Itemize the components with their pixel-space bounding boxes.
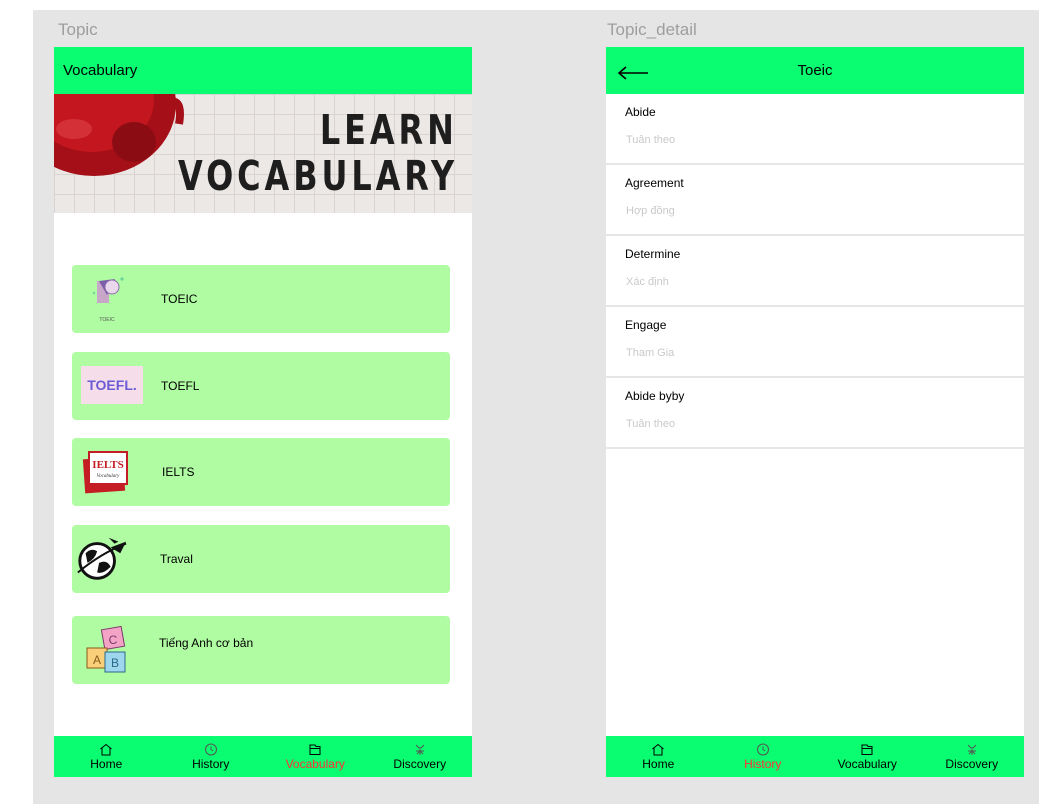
topic-detail-screen: Toeic Abide Tuân theo Agreement Hợp đồng… bbox=[606, 47, 1024, 777]
nav-label: Vocabulary bbox=[837, 756, 897, 771]
back-arrow-icon[interactable] bbox=[616, 59, 650, 83]
word-list: Abide Tuân theo Agreement Hợp đồng Deter… bbox=[606, 94, 1024, 449]
topic-card-toeic[interactable]: TOEIC TOEIC bbox=[72, 265, 450, 333]
topic-label: Traval bbox=[160, 552, 193, 566]
svg-text:IELTS: IELTS bbox=[92, 459, 123, 471]
nav-discovery[interactable]: Discovery bbox=[368, 736, 473, 777]
word-row[interactable]: Agreement Hợp đồng bbox=[606, 165, 1024, 236]
topic-card-ielts[interactable]: IELTS Vocabulary IELTS bbox=[72, 438, 450, 506]
word-vietnamese: Hợp đồng bbox=[626, 205, 675, 217]
clock-icon bbox=[204, 743, 217, 755]
word-row[interactable]: Abide byby Tuân theo bbox=[606, 378, 1024, 449]
svg-text:Vocabulary: Vocabulary bbox=[97, 474, 121, 479]
banner-title-line2: VOCABULARY bbox=[177, 152, 458, 200]
nav-home[interactable]: Home bbox=[606, 736, 711, 777]
home-icon bbox=[100, 743, 113, 755]
topic-label: IELTS bbox=[162, 465, 195, 479]
word-english: Abide bbox=[625, 105, 656, 119]
app-bar-title: Vocabulary bbox=[63, 62, 138, 79]
home-icon bbox=[652, 743, 665, 755]
app-bar: Toeic bbox=[606, 47, 1024, 94]
coffee-cup-image bbox=[54, 94, 184, 176]
topic-screen: Vocabulary LEARN VOCABULARY TOEIC TOEIC … bbox=[54, 47, 472, 777]
toefl-logo-icon: TOEFL. bbox=[81, 366, 143, 404]
word-vietnamese: Tuân theo bbox=[626, 418, 676, 430]
nav-label: Vocabulary bbox=[285, 756, 345, 771]
nav-label: Discovery bbox=[393, 756, 447, 771]
book-icon bbox=[309, 744, 321, 755]
word-english: Engage bbox=[625, 318, 667, 332]
discovery-icon bbox=[967, 744, 977, 755]
toeic-logo-icon: TOEIC bbox=[80, 273, 134, 325]
book-icon bbox=[861, 744, 873, 755]
word-english: Abide byby bbox=[625, 389, 685, 403]
page-title: Toeic bbox=[797, 62, 833, 79]
topic-card-toefl[interactable]: TOEFL. TOEFL bbox=[72, 352, 450, 420]
word-row[interactable]: Engage Tham Gia bbox=[606, 307, 1024, 378]
word-english: Determine bbox=[625, 247, 681, 261]
clock-icon bbox=[756, 743, 769, 755]
svg-text:C: C bbox=[109, 633, 118, 647]
app-bar: Vocabulary bbox=[54, 47, 472, 94]
nav-home[interactable]: Home bbox=[54, 736, 159, 777]
word-vietnamese: Xác định bbox=[626, 276, 669, 288]
nav-history[interactable]: History bbox=[711, 736, 816, 777]
nav-discovery[interactable]: Discovery bbox=[920, 736, 1025, 777]
learn-vocabulary-banner: LEARN VOCABULARY bbox=[54, 94, 472, 213]
nav-label: History bbox=[192, 756, 230, 771]
nav-history[interactable]: History bbox=[159, 736, 264, 777]
abc-blocks-icon: C A B bbox=[80, 624, 134, 676]
nav-vocabulary[interactable]: Vocabulary bbox=[263, 736, 368, 777]
discovery-icon bbox=[415, 744, 425, 755]
topic-label: TOEIC bbox=[161, 292, 198, 306]
svg-text:A: A bbox=[93, 653, 101, 667]
globe-plane-icon bbox=[74, 533, 128, 585]
topic-label: Tiếng Anh cơ bản bbox=[159, 636, 254, 650]
word-row[interactable]: Determine Xác định bbox=[606, 236, 1024, 307]
nav-label: Discovery bbox=[945, 756, 999, 771]
svg-text:B: B bbox=[111, 656, 119, 670]
nav-label: Home bbox=[90, 756, 123, 771]
nav-label: History bbox=[744, 756, 782, 771]
word-row[interactable]: Abide Tuân theo bbox=[606, 94, 1024, 165]
bottom-nav: Home History Vocabulary Discovery bbox=[54, 736, 472, 777]
frame-label-topic-detail: Topic_detail bbox=[607, 20, 697, 39]
topic-card-travel[interactable]: Traval bbox=[72, 525, 450, 593]
word-vietnamese: Tham Gia bbox=[626, 347, 675, 359]
frame-label-topic: Topic bbox=[58, 20, 98, 39]
word-vietnamese: Tuân theo bbox=[626, 134, 676, 146]
topic-label: TOEFL bbox=[161, 379, 200, 393]
ielts-book-icon: IELTS Vocabulary bbox=[80, 446, 134, 498]
design-canvas: Topic Vocabulary LEARN VOCABULARY TOEIC … bbox=[33, 10, 1039, 804]
word-english: Agreement bbox=[625, 176, 684, 190]
bottom-nav: Home History Vocabulary Discovery bbox=[606, 736, 1024, 777]
banner-title-line1: LEARN bbox=[320, 106, 458, 154]
nav-vocabulary[interactable]: Vocabulary bbox=[815, 736, 920, 777]
topic-card-basic-english[interactable]: C A B Tiếng Anh cơ bản bbox=[72, 616, 450, 684]
svg-text:TOEIC: TOEIC bbox=[99, 317, 115, 323]
nav-label: Home bbox=[642, 756, 675, 771]
